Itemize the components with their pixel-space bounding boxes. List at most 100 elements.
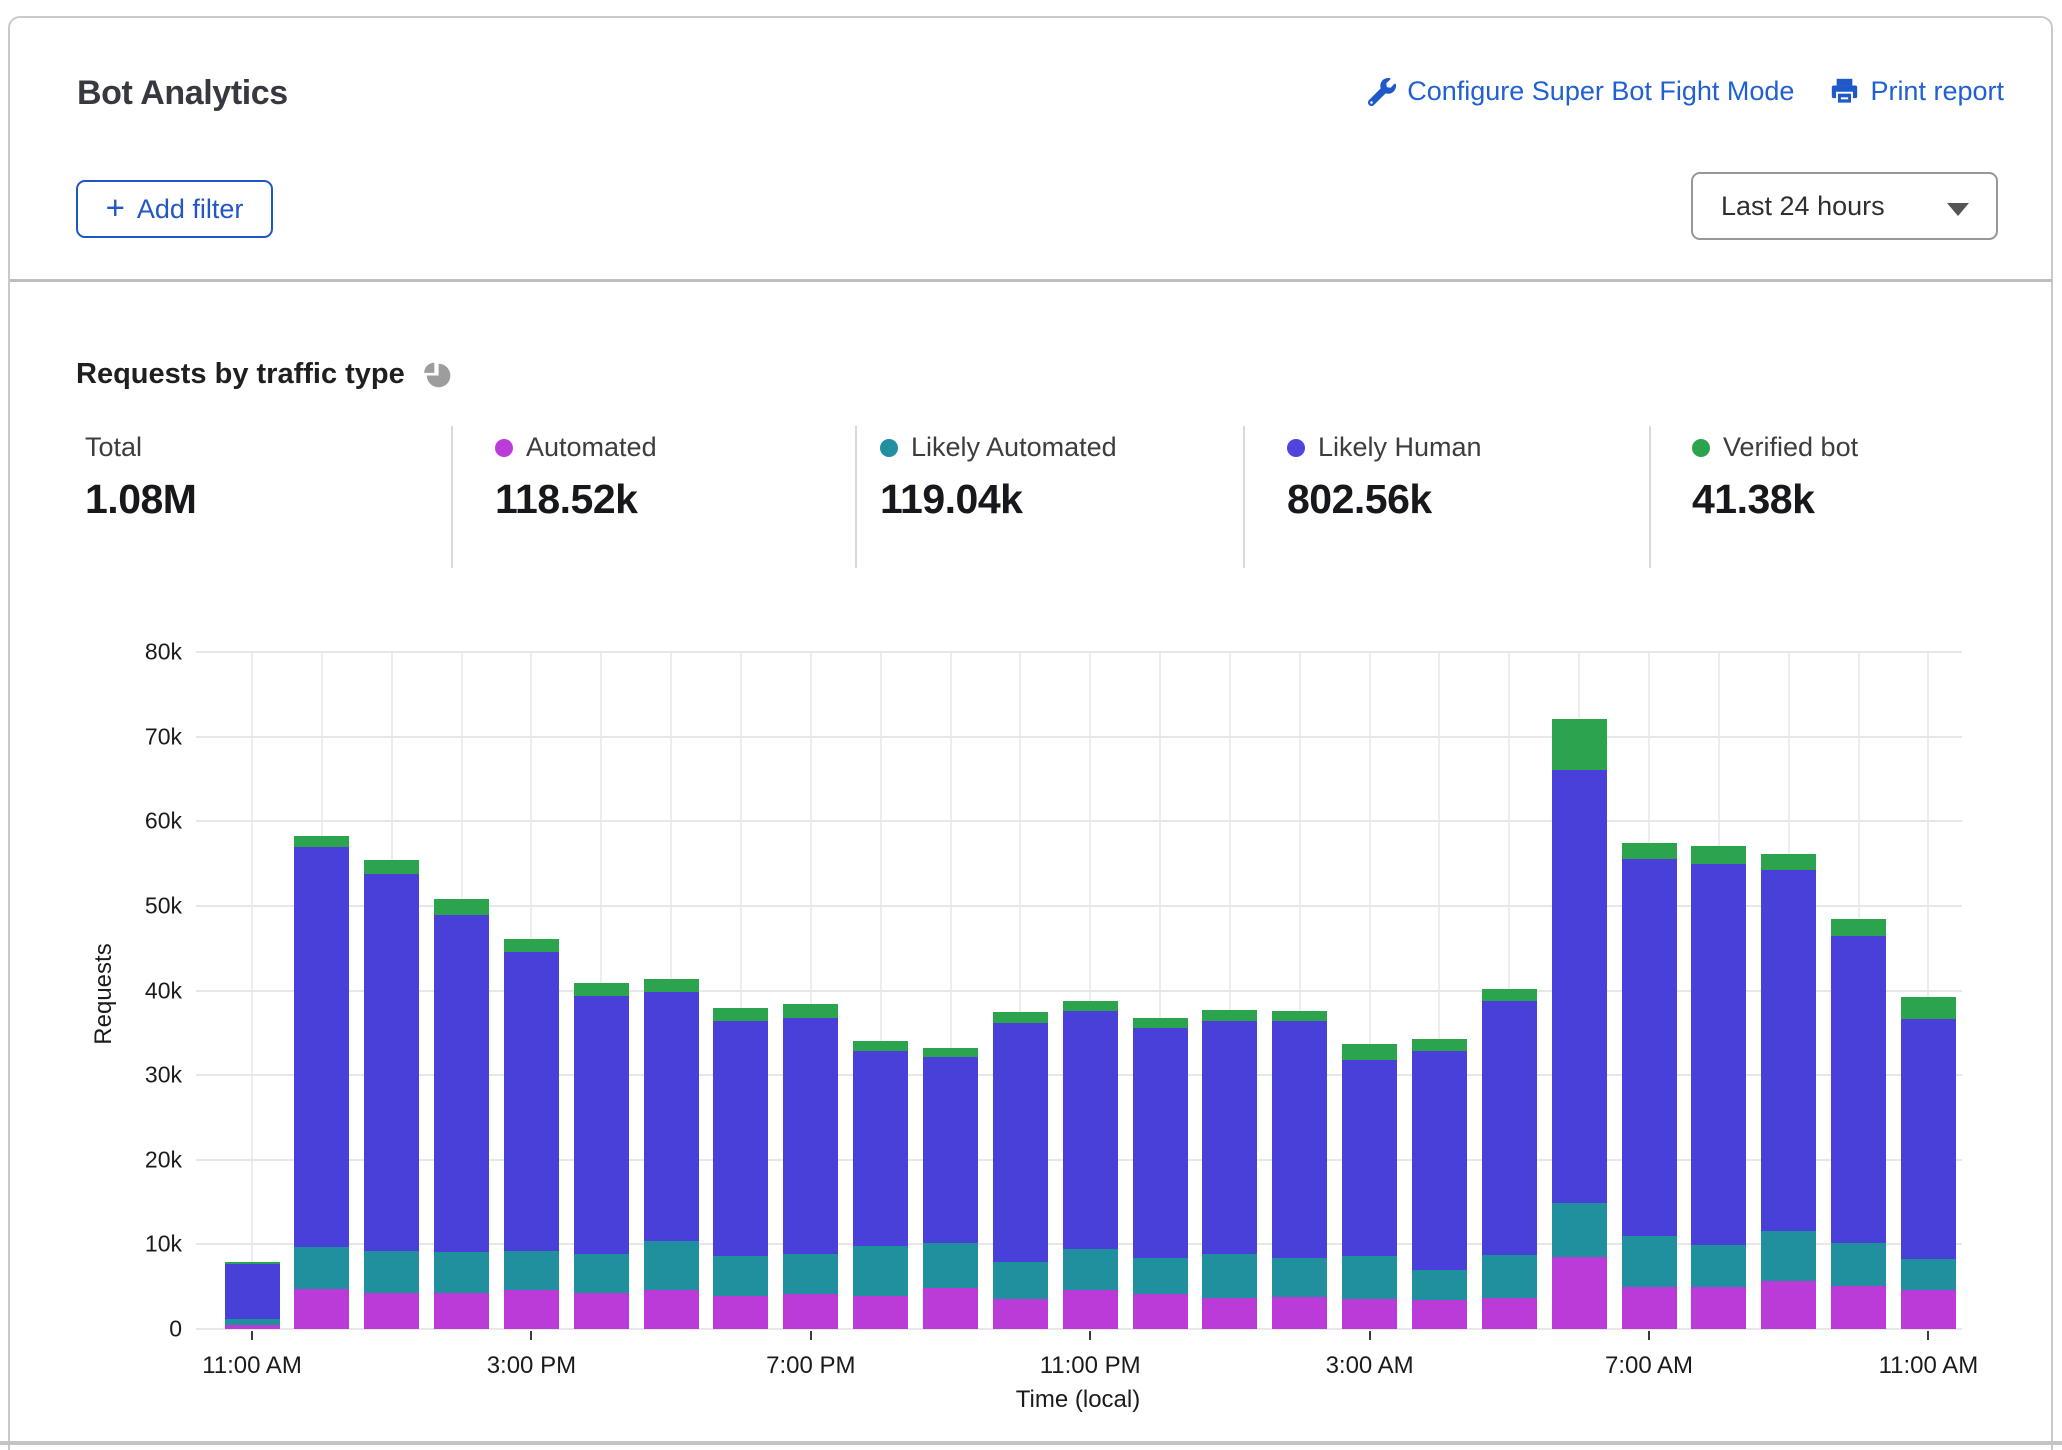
bar-segment-likely-human[interactable] (1412, 1051, 1467, 1270)
bar-segment-likely-human[interactable] (1691, 864, 1746, 1246)
bar-segment-likely-automated[interactable] (1133, 1258, 1188, 1294)
bar-segment-verified-bot[interactable] (1412, 1039, 1467, 1051)
bar-segment-likely-automated[interactable] (364, 1251, 419, 1292)
bar-segment-verified-bot[interactable] (923, 1048, 978, 1057)
bar-segment-automated[interactable] (853, 1296, 908, 1329)
bar-segment-automated[interactable] (294, 1289, 349, 1329)
bar-segment-verified-bot[interactable] (1831, 919, 1886, 936)
bar-segment-automated[interactable] (1272, 1297, 1327, 1329)
bar-segment-automated[interactable] (1691, 1287, 1746, 1329)
bar-segment-automated[interactable] (644, 1290, 699, 1329)
bar-segment-likely-automated[interactable] (1552, 1203, 1607, 1257)
bar-segment-automated[interactable] (574, 1293, 629, 1329)
bar-segment-automated[interactable] (1761, 1281, 1816, 1329)
bar-segment-likely-human[interactable] (1202, 1021, 1257, 1254)
bar-segment-verified-bot[interactable] (225, 1262, 280, 1264)
bar-segment-likely-automated[interactable] (225, 1319, 280, 1325)
bar-segment-verified-bot[interactable] (1272, 1011, 1327, 1021)
bar-segment-automated[interactable] (225, 1325, 280, 1329)
bar-segment-likely-automated[interactable] (504, 1251, 559, 1290)
bar-segment-automated[interactable] (1342, 1299, 1397, 1329)
bar-segment-likely-automated[interactable] (1901, 1259, 1956, 1290)
bar-segment-verified-bot[interactable] (1761, 854, 1816, 870)
bar-segment-automated[interactable] (1412, 1300, 1467, 1329)
bar-segment-likely-human[interactable] (1552, 770, 1607, 1203)
bar-segment-verified-bot[interactable] (1622, 843, 1677, 859)
bar-segment-automated[interactable] (1831, 1286, 1886, 1329)
bar-segment-automated[interactable] (713, 1296, 768, 1329)
bar-segment-verified-bot[interactable] (1202, 1010, 1257, 1021)
bar-segment-likely-automated[interactable] (713, 1256, 768, 1296)
bar-segment-verified-bot[interactable] (1482, 989, 1537, 1001)
bar-segment-likely-automated[interactable] (923, 1243, 978, 1288)
bar-segment-likely-automated[interactable] (993, 1262, 1048, 1299)
bar-segment-verified-bot[interactable] (1691, 846, 1746, 864)
bar-segment-automated[interactable] (434, 1293, 489, 1329)
bar-segment-likely-automated[interactable] (783, 1254, 838, 1295)
bar-segment-automated[interactable] (993, 1299, 1048, 1329)
bar-segment-verified-bot[interactable] (644, 979, 699, 993)
bar-segment-likely-human[interactable] (1831, 936, 1886, 1243)
bar-segment-automated[interactable] (1552, 1257, 1607, 1329)
bar-segment-likely-automated[interactable] (1622, 1236, 1677, 1287)
bar-segment-verified-bot[interactable] (504, 939, 559, 952)
bar-segment-likely-human[interactable] (1133, 1028, 1188, 1258)
bar-segment-likely-human[interactable] (1622, 859, 1677, 1236)
bar-segment-likely-automated[interactable] (574, 1254, 629, 1293)
bar-segment-likely-human[interactable] (574, 996, 629, 1254)
bar-segment-likely-human[interactable] (1272, 1021, 1327, 1258)
bar-segment-verified-bot[interactable] (1342, 1044, 1397, 1060)
bar-segment-likely-automated[interactable] (434, 1252, 489, 1293)
bar-segment-likely-automated[interactable] (853, 1246, 908, 1296)
bar-segment-likely-human[interactable] (993, 1023, 1048, 1262)
bar-segment-verified-bot[interactable] (574, 983, 629, 996)
bar-segment-automated[interactable] (1202, 1298, 1257, 1329)
bar-segment-likely-human[interactable] (923, 1057, 978, 1243)
bar-segment-verified-bot[interactable] (783, 1004, 838, 1018)
bar-segment-verified-bot[interactable] (1901, 997, 1956, 1020)
bar-segment-likely-automated[interactable] (1831, 1243, 1886, 1286)
bar-segment-verified-bot[interactable] (1133, 1018, 1188, 1028)
bar-segment-automated[interactable] (504, 1290, 559, 1329)
bar-segment-likely-automated[interactable] (1761, 1231, 1816, 1281)
bar-segment-likely-human[interactable] (364, 874, 419, 1251)
bar-segment-likely-human[interactable] (1482, 1001, 1537, 1255)
bar-segment-likely-automated[interactable] (294, 1247, 349, 1289)
bar-segment-likely-human[interactable] (294, 847, 349, 1247)
bar-segment-likely-human[interactable] (1761, 870, 1816, 1231)
bar-segment-verified-bot[interactable] (1552, 719, 1607, 770)
bar-segment-automated[interactable] (1482, 1298, 1537, 1329)
bar-segment-likely-human[interactable] (225, 1264, 280, 1319)
bar-segment-verified-bot[interactable] (993, 1012, 1048, 1023)
bar-segment-likely-automated[interactable] (1482, 1255, 1537, 1298)
bar-segment-verified-bot[interactable] (713, 1008, 768, 1022)
bar-segment-automated[interactable] (923, 1288, 978, 1329)
bar-segment-verified-bot[interactable] (364, 860, 419, 874)
bar-segment-likely-automated[interactable] (644, 1241, 699, 1290)
bar-segment-likely-human[interactable] (1901, 1019, 1956, 1258)
bar-segment-likely-automated[interactable] (1412, 1270, 1467, 1300)
bar-segment-likely-automated[interactable] (1202, 1254, 1257, 1298)
bar-segment-automated[interactable] (1901, 1290, 1956, 1329)
bar-segment-automated[interactable] (1063, 1290, 1118, 1329)
bar-segment-likely-human[interactable] (504, 952, 559, 1251)
bar-segment-automated[interactable] (783, 1294, 838, 1329)
bar-segment-likely-human[interactable] (783, 1018, 838, 1254)
bar-segment-verified-bot[interactable] (1063, 1001, 1118, 1011)
bar-segment-likely-human[interactable] (434, 915, 489, 1252)
bar-segment-likely-human[interactable] (1063, 1011, 1118, 1250)
bar-segment-likely-human[interactable] (853, 1051, 908, 1246)
bar-segment-likely-automated[interactable] (1272, 1258, 1327, 1297)
bar-segment-likely-automated[interactable] (1063, 1249, 1118, 1290)
bar-segment-automated[interactable] (1133, 1294, 1188, 1329)
bar-segment-automated[interactable] (1622, 1287, 1677, 1329)
bar-segment-likely-human[interactable] (644, 992, 699, 1241)
bar-segment-verified-bot[interactable] (853, 1041, 908, 1051)
bar-segment-likely-human[interactable] (1342, 1060, 1397, 1256)
bar-segment-likely-human[interactable] (713, 1021, 768, 1256)
bar-segment-automated[interactable] (364, 1293, 419, 1329)
bar-segment-likely-automated[interactable] (1342, 1256, 1397, 1298)
bar-segment-likely-automated[interactable] (1691, 1245, 1746, 1286)
bar-segment-verified-bot[interactable] (434, 899, 489, 915)
bar-segment-verified-bot[interactable] (294, 836, 349, 847)
